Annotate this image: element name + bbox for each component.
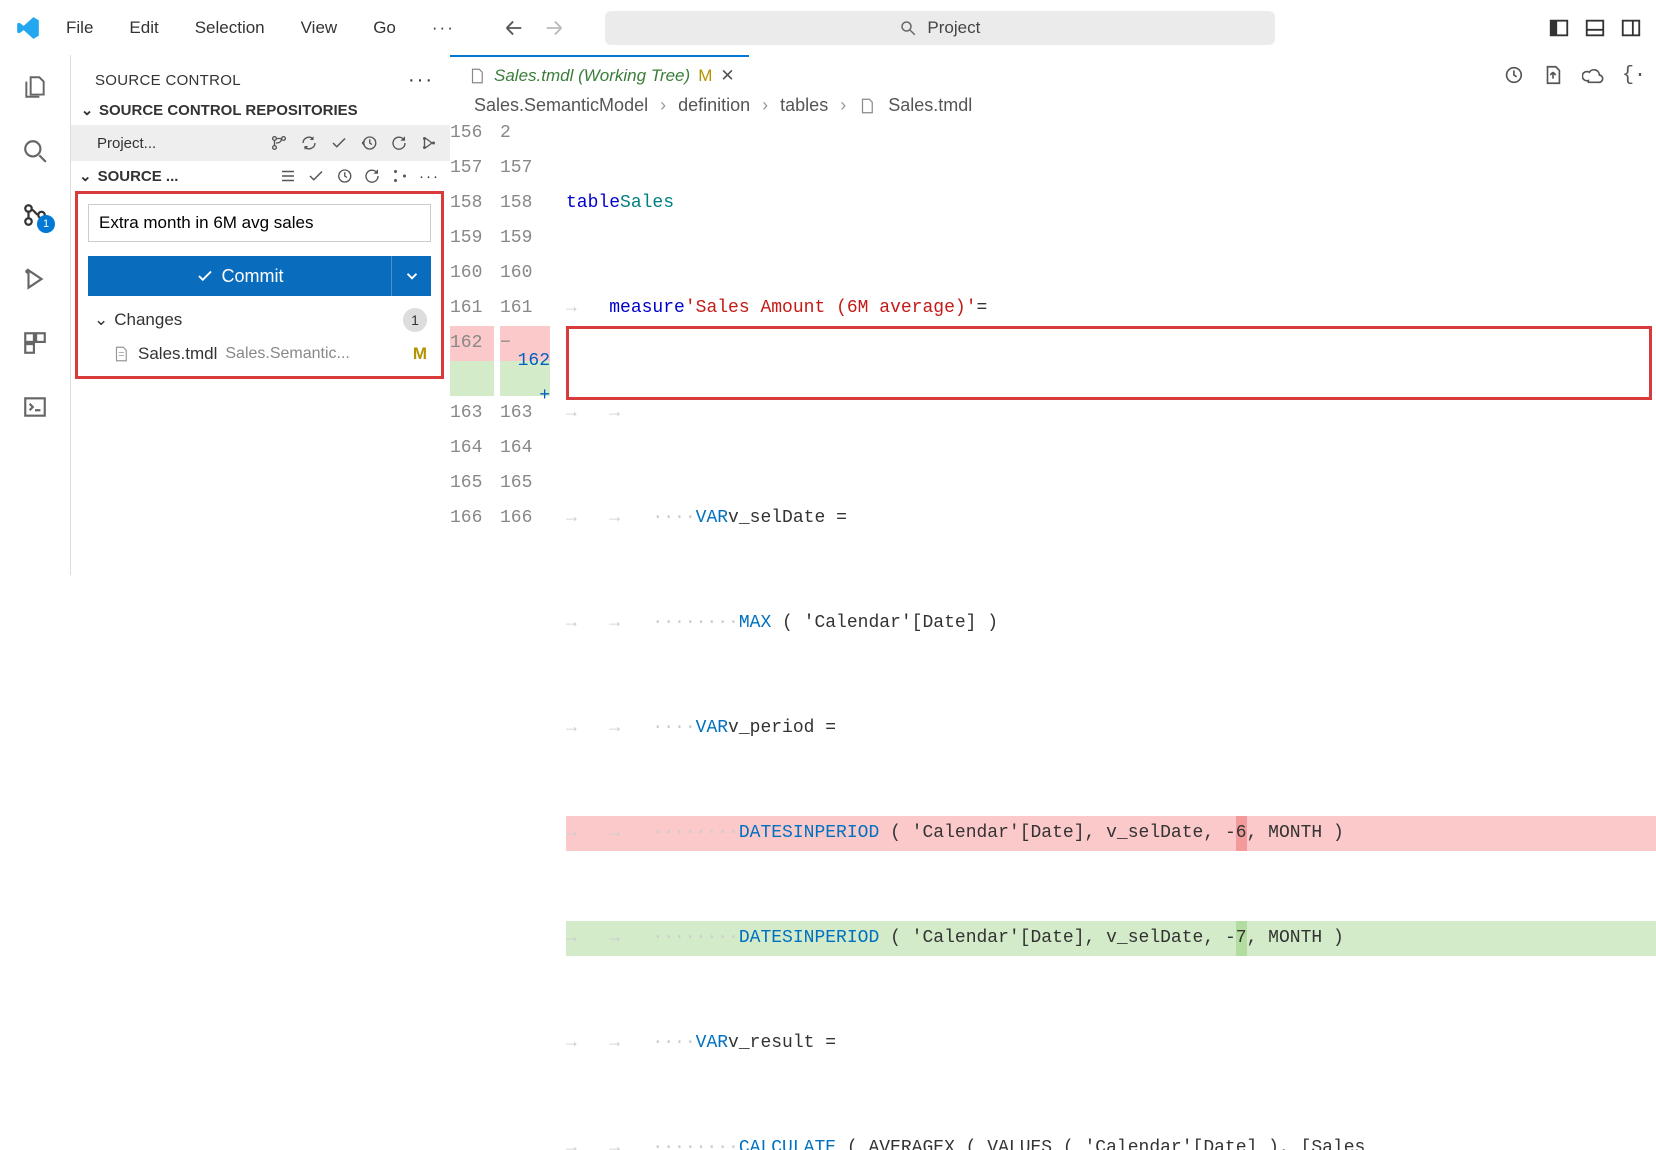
- breadcrumb-definition[interactable]: definition: [678, 95, 750, 116]
- tab-status: M: [698, 66, 712, 86]
- original-line-gutter: 156157158159160161162163164165166: [450, 116, 500, 1150]
- vscode-logo-icon: [8, 15, 48, 41]
- source-control-section-header[interactable]: ⌄ SOURCE ... ···: [71, 161, 450, 191]
- graph-icon[interactable]: [391, 167, 409, 185]
- commit-more-button[interactable]: [391, 256, 431, 296]
- breadcrumb-project[interactable]: Sales.SemanticModel: [474, 95, 648, 116]
- branch-icon[interactable]: [270, 134, 288, 152]
- tab-sales-tmdl[interactable]: Sales.tmdl (Working Tree) M ✕: [450, 55, 749, 95]
- tab-title: Sales.tmdl (Working Tree): [494, 66, 690, 86]
- terminal-icon[interactable]: [19, 391, 51, 423]
- editor-area: Sales.tmdl (Working Tree) M ✕ {· Sales.S…: [450, 55, 1656, 575]
- menu-go[interactable]: Go: [355, 12, 414, 44]
- breadcrumb[interactable]: Sales.SemanticModel› definition› tables›…: [450, 95, 1656, 116]
- changed-file-name: Sales.tmdl: [138, 344, 217, 364]
- source-control-section-label: SOURCE ...: [98, 168, 179, 185]
- view-as-list-icon[interactable]: [279, 167, 297, 185]
- repositories-header[interactable]: ⌄ SOURCE CONTROL REPOSITORIES: [71, 95, 450, 125]
- repository-row[interactable]: Project...: [71, 125, 450, 161]
- commit-area-highlight: Commit ⌄ Changes 1 Sales.tmdl Sales.Sema…: [75, 191, 444, 379]
- changed-file-path: Sales.Semantic...: [225, 345, 350, 363]
- open-file-icon[interactable]: [1542, 64, 1564, 86]
- search-placeholder: Project: [927, 18, 980, 38]
- panel-more-icon[interactable]: ···: [408, 69, 434, 92]
- nav-back-icon[interactable]: [503, 17, 525, 39]
- more-icon[interactable]: ···: [419, 168, 440, 185]
- source-control-icon[interactable]: 1: [19, 199, 51, 231]
- code-content[interactable]: table Sales → measure 'Sales Amount (6M …: [566, 116, 1656, 1150]
- panel-title-text: SOURCE CONTROL: [95, 72, 241, 89]
- extensions-icon[interactable]: [19, 327, 51, 359]
- chevron-down-icon: [403, 267, 421, 285]
- search-activity-icon[interactable]: [19, 135, 51, 167]
- commit-button-label: Commit: [222, 266, 284, 287]
- check-icon[interactable]: [330, 134, 348, 152]
- nav-forward-icon[interactable]: [543, 17, 565, 39]
- chevron-down-icon: ⌄: [79, 101, 95, 119]
- title-bar: File Edit Selection View Go ··· Project: [0, 0, 1656, 55]
- history-icon[interactable]: [335, 167, 353, 185]
- graph-icon[interactable]: [420, 134, 438, 152]
- timeline-icon[interactable]: [1502, 64, 1524, 86]
- check-icon[interactable]: [307, 167, 325, 185]
- changes-count: 1: [403, 308, 427, 332]
- source-control-panel: SOURCE CONTROL ··· ⌄ SOURCE CONTROL REPO…: [70, 55, 450, 575]
- diff-editor[interactable]: 156157158159160161162163164165166 215715…: [450, 116, 1656, 1150]
- changed-file-status: M: [413, 344, 427, 364]
- search-icon: [899, 19, 917, 37]
- run-debug-icon[interactable]: [19, 263, 51, 295]
- menu-view[interactable]: View: [283, 12, 356, 44]
- panel-title: SOURCE CONTROL ···: [71, 55, 450, 95]
- file-icon: [112, 345, 130, 363]
- layout-panel-icon[interactable]: [1584, 17, 1606, 39]
- menu-selection[interactable]: Selection: [177, 12, 283, 44]
- braces-icon[interactable]: {·: [1622, 64, 1646, 87]
- command-center-search[interactable]: Project: [605, 11, 1275, 45]
- diff-highlight-box: [566, 326, 1652, 400]
- chevron-down-icon: ⌄: [94, 310, 108, 330]
- file-icon: [468, 67, 486, 85]
- activity-bar: 1: [0, 55, 70, 575]
- repositories-header-label: SOURCE CONTROL REPOSITORIES: [99, 102, 358, 119]
- history-icon[interactable]: [360, 134, 378, 152]
- menu-edit[interactable]: Edit: [111, 12, 176, 44]
- tab-bar: Sales.tmdl (Working Tree) M ✕ {·: [450, 55, 1656, 95]
- refresh-icon[interactable]: [363, 167, 381, 185]
- file-icon: [858, 97, 876, 115]
- breadcrumb-file[interactable]: Sales.tmdl: [888, 95, 972, 116]
- sync-icon[interactable]: [300, 134, 318, 152]
- changes-header[interactable]: ⌄ Changes 1: [88, 296, 431, 338]
- check-icon: [196, 267, 214, 285]
- menu-more-icon[interactable]: ···: [414, 12, 473, 44]
- cloud-icon[interactable]: [1582, 64, 1604, 86]
- menu-bar: File Edit Selection View Go ···: [48, 12, 473, 44]
- commit-message-input[interactable]: [88, 204, 431, 242]
- refresh-icon[interactable]: [390, 134, 408, 152]
- repository-label: Project...: [97, 135, 156, 152]
- explorer-icon[interactable]: [19, 71, 51, 103]
- chevron-down-icon: ⌄: [79, 167, 92, 185]
- changes-label: Changes: [114, 310, 182, 330]
- scm-badge: 1: [37, 215, 55, 233]
- menu-file[interactable]: File: [48, 12, 111, 44]
- close-icon[interactable]: ✕: [720, 66, 734, 86]
- layout-sidebar-left-icon[interactable]: [1548, 17, 1570, 39]
- breadcrumb-tables[interactable]: tables: [780, 95, 828, 116]
- changed-file-row[interactable]: Sales.tmdl Sales.Semantic... M: [88, 338, 431, 368]
- commit-button[interactable]: Commit: [88, 256, 391, 296]
- layout-sidebar-right-icon[interactable]: [1620, 17, 1642, 39]
- modified-line-gutter: 2157158159160161 −162 +163164165166: [500, 116, 566, 1150]
